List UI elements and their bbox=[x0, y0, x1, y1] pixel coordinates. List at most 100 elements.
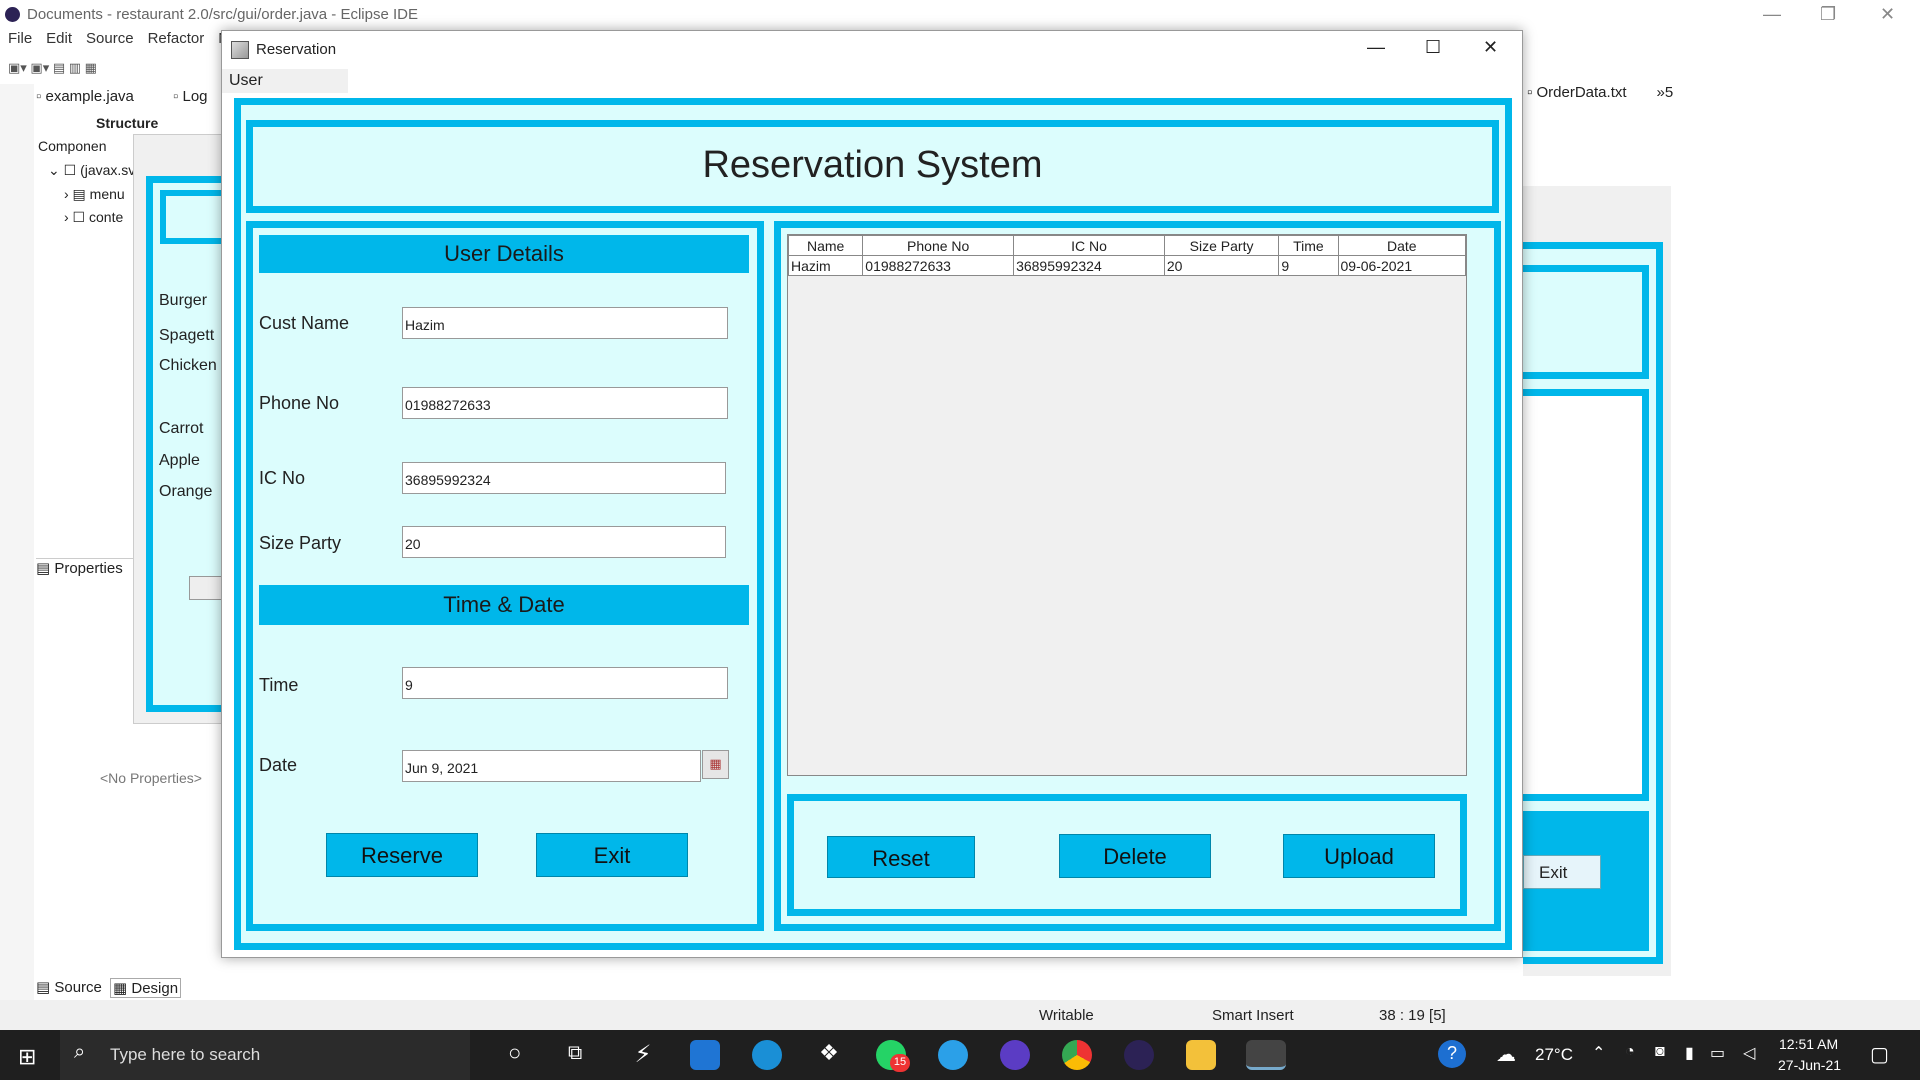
status-writable: Writable bbox=[1039, 1007, 1094, 1024]
eclipse-taskbar-icon[interactable] bbox=[1124, 1040, 1154, 1070]
time-input[interactable]: 9 bbox=[402, 667, 728, 699]
taskbar-search[interactable]: ⌕ Type here to search bbox=[60, 1030, 470, 1080]
delete-button[interactable]: Delete bbox=[1059, 834, 1211, 878]
volume-icon[interactable]: ◁ bbox=[1743, 1043, 1755, 1063]
menu-source[interactable]: Source bbox=[86, 30, 134, 47]
edge-icon[interactable] bbox=[752, 1040, 782, 1070]
menu-item-spaghetti: Spagett bbox=[159, 327, 215, 344]
col-time[interactable]: Time bbox=[1278, 235, 1339, 256]
preview-box1 bbox=[1523, 265, 1649, 379]
whatsapp-icon[interactable]: 15 bbox=[876, 1040, 910, 1072]
tray-chevron-icon[interactable]: ⌃ bbox=[1592, 1043, 1605, 1063]
cell-name: Hazim bbox=[787, 255, 864, 276]
task-view-icon[interactable]: ⧉ bbox=[568, 1042, 582, 1065]
minimize-icon[interactable]: — bbox=[1763, 4, 1781, 25]
file-explorer-icon[interactable] bbox=[1186, 1040, 1216, 1070]
cell-ic: 36895992324 bbox=[1013, 255, 1165, 276]
tree-content[interactable]: › ☐ conte bbox=[64, 209, 123, 226]
bg-exit-button[interactable]: Exit bbox=[1523, 855, 1601, 889]
user-details-header: User Details bbox=[259, 235, 749, 273]
tab-example-java[interactable]: ▫ example.java bbox=[36, 88, 134, 105]
reservation-window: Reservation — ☐ ✕ User Reservation Syste… bbox=[221, 30, 1523, 958]
cust-name-input[interactable]: Hazim bbox=[402, 307, 728, 339]
right-trim-icons bbox=[1890, 56, 1920, 286]
no-properties: <No Properties> bbox=[100, 770, 202, 786]
clock-date[interactable]: 27-Jun-21 bbox=[1778, 1057, 1841, 1073]
tab-label: OrderData.txt bbox=[1536, 84, 1627, 101]
structure-label: Structure bbox=[96, 115, 159, 131]
calendar-icon[interactable]: ▦ bbox=[702, 750, 729, 779]
whatsapp-badge: 15 bbox=[890, 1054, 910, 1072]
phone-input[interactable]: 01988272633 bbox=[402, 387, 728, 419]
col-name[interactable]: Name bbox=[787, 235, 864, 256]
tab-overflow[interactable]: »5 bbox=[1657, 84, 1674, 101]
notification-icon[interactable]: ▢ bbox=[1870, 1042, 1889, 1067]
dialog-minimize-icon[interactable]: — bbox=[1367, 37, 1385, 58]
microphone-icon[interactable]: ▮ bbox=[1685, 1043, 1694, 1063]
status-bar: Writable Smart Insert 38 : 19 [5] bbox=[0, 1000, 1920, 1030]
dialog-title-bar: Reservation — ☐ ✕ bbox=[222, 31, 1522, 69]
tree-root[interactable]: ⌄ ☐ (javax.sv bbox=[48, 162, 135, 179]
exit-button[interactable]: Exit bbox=[536, 833, 688, 877]
menu-refactor[interactable]: Refactor bbox=[148, 30, 205, 47]
close-icon[interactable]: ✕ bbox=[1880, 4, 1895, 25]
weather-temp[interactable]: 27°C bbox=[1535, 1045, 1573, 1065]
col-date[interactable]: Date bbox=[1337, 235, 1467, 256]
tree-menu[interactable]: › ▤ menu bbox=[64, 186, 125, 203]
col-size[interactable]: Size Party bbox=[1163, 235, 1280, 256]
wifi-icon[interactable]: ◔ bbox=[1625, 1043, 1635, 1061]
new-icon[interactable]: ▣▾ ▣▾ ▤ ▥ ▦ bbox=[8, 60, 97, 76]
webcam-icon[interactable]: ◙ bbox=[1655, 1043, 1665, 1061]
source-tab[interactable]: ▤ Source bbox=[36, 978, 102, 996]
menu-item-apple: Apple bbox=[159, 452, 200, 469]
table-row[interactable]: Hazim 01988272633 36895992324 20 9 09-06… bbox=[787, 255, 1467, 276]
properties-icon: ▤ bbox=[36, 560, 55, 577]
battery-icon[interactable]: ▭ bbox=[1710, 1043, 1725, 1063]
components-label: Componen bbox=[38, 138, 107, 154]
size-input[interactable]: 20 bbox=[402, 526, 726, 558]
design-tab[interactable]: ▦ Design bbox=[110, 978, 182, 998]
tab-orderdata[interactable]: ▫ OrderData.txt »5 bbox=[1523, 84, 1883, 104]
table-header-row: Name Phone No IC No Size Party Time Date bbox=[787, 235, 1467, 256]
design-icon: ▦ bbox=[113, 980, 128, 997]
mail-icon[interactable] bbox=[690, 1040, 720, 1070]
properties-label: Properties bbox=[54, 560, 123, 577]
menu-user[interactable]: User bbox=[229, 72, 263, 90]
windows-start-icon[interactable]: ⊞ bbox=[18, 1044, 36, 1070]
photos-icon[interactable] bbox=[1000, 1040, 1030, 1070]
date-input[interactable]: Jun 9, 2021 bbox=[402, 750, 701, 782]
menu-item-burger: Burger bbox=[159, 292, 208, 309]
cortana-icon[interactable]: ○ bbox=[508, 1040, 521, 1066]
menu-edit[interactable]: Edit bbox=[46, 30, 72, 47]
ide-title-bar: Documents - restaurant 2.0/src/gui/order… bbox=[0, 0, 1920, 30]
java-app-icon bbox=[231, 41, 249, 59]
left-trim bbox=[0, 84, 34, 1004]
weather-icon[interactable]: ☁ bbox=[1496, 1042, 1516, 1067]
visual-studio-code-icon[interactable]: ⚡ bbox=[628, 1040, 658, 1070]
ide-menu-bar: FileEditSourceRefactorN bbox=[0, 30, 240, 54]
java-app-taskbar-icon[interactable] bbox=[1246, 1040, 1286, 1070]
preview-button[interactable] bbox=[189, 576, 223, 600]
reservations-table-scroll[interactable]: Name Phone No IC No Size Party Time Date… bbox=[787, 234, 1467, 776]
upload-button[interactable]: Upload bbox=[1283, 834, 1435, 878]
reset-button[interactable]: Reset bbox=[827, 836, 975, 878]
app-icon[interactable] bbox=[938, 1040, 968, 1070]
col-phone[interactable]: Phone No bbox=[862, 235, 1015, 256]
chrome-icon[interactable] bbox=[1062, 1040, 1092, 1070]
col-ic[interactable]: IC No bbox=[1013, 235, 1165, 256]
ic-input[interactable]: 36895992324 bbox=[402, 462, 726, 494]
dropbox-icon[interactable]: ❖ bbox=[814, 1040, 844, 1070]
menu-item-orange: Orange bbox=[159, 483, 213, 500]
menu-file[interactable]: File bbox=[8, 30, 32, 47]
dialog-maximize-icon[interactable]: ☐ bbox=[1425, 37, 1441, 58]
help-icon[interactable]: ? bbox=[1438, 1040, 1466, 1068]
menu-item-carrot: Carrot bbox=[159, 420, 204, 437]
dialog-close-icon[interactable]: ✕ bbox=[1483, 37, 1498, 58]
ic-label: IC No bbox=[259, 468, 306, 488]
search-placeholder: Type here to search bbox=[110, 1045, 261, 1064]
tab-log[interactable]: ▫ Log bbox=[173, 88, 208, 105]
reserve-button[interactable]: Reserve bbox=[326, 833, 478, 877]
date-label: Date bbox=[259, 755, 298, 775]
clock-time[interactable]: 12:51 AM bbox=[1779, 1036, 1838, 1052]
restore-icon[interactable]: ❐ bbox=[1820, 4, 1836, 25]
